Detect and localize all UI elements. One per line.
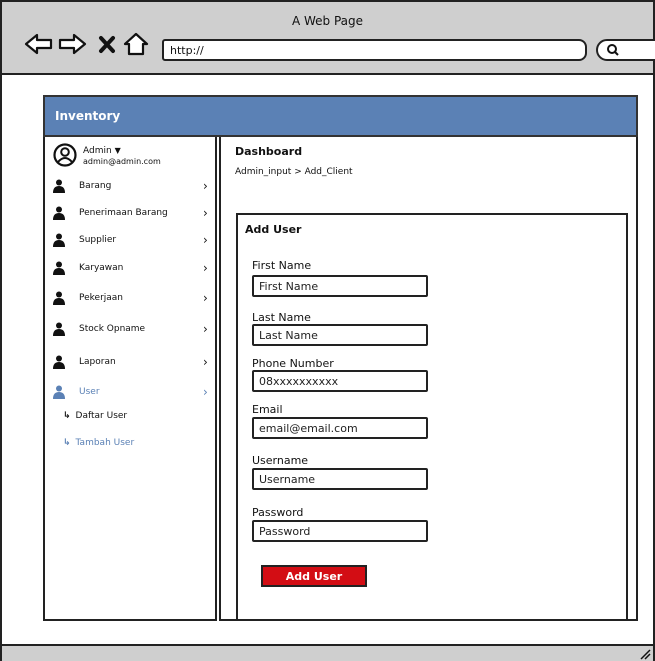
- chevron-right-icon: ›: [203, 233, 208, 247]
- status-bar: [2, 644, 653, 661]
- username-field[interactable]: [252, 468, 428, 490]
- sidebar-subitem-label: Tambah User: [75, 438, 135, 448]
- person-icon: [53, 206, 65, 220]
- home-icon[interactable]: [122, 32, 150, 56]
- close-icon[interactable]: [97, 32, 117, 56]
- phone-number-field[interactable]: [252, 370, 428, 392]
- person-icon: [53, 322, 65, 336]
- sidebar-item-label: Pekerjaan: [79, 293, 124, 303]
- chevron-right-icon: ›: [203, 385, 208, 399]
- add-user-card: Add User First Name Last Name Phone Numb…: [236, 213, 628, 621]
- profile-email: admin@admin.com: [83, 157, 161, 166]
- sidebar-item-label: User: [79, 387, 100, 397]
- window-title: A Web Page: [291, 14, 364, 28]
- user-avatar-icon: [53, 143, 77, 167]
- sidebar-subitem-tambah-user[interactable]: ↳ Tambah User: [63, 438, 134, 448]
- page-title: Dashboard: [235, 145, 303, 158]
- card-title: Add User: [245, 223, 302, 236]
- sidebar-subitem-daftar-user[interactable]: ↳ Daftar User: [63, 411, 127, 421]
- chevron-right-icon: ›: [203, 291, 208, 305]
- breadcrumb: Admin_input > Add_Client: [235, 167, 353, 177]
- app-header: Inventory: [43, 95, 638, 137]
- chevron-right-icon: ›: [203, 261, 208, 275]
- person-icon: [53, 385, 65, 399]
- search-icon: [607, 44, 619, 56]
- password-field[interactable]: [252, 520, 428, 542]
- chevron-right-icon: ›: [203, 322, 208, 336]
- return-arrow-icon: ↳: [63, 411, 71, 421]
- sidebar-item-karyawan[interactable]: Karyawan ›: [53, 261, 213, 283]
- person-icon: [53, 291, 65, 305]
- person-icon: [53, 179, 65, 193]
- chevron-right-icon: ›: [203, 179, 208, 193]
- phone-number-label: Phone Number: [252, 357, 334, 370]
- sidebar-item-penerimaan-barang[interactable]: Penerimaan Barang ›: [53, 206, 213, 228]
- sidebar-item-user[interactable]: User ›: [53, 385, 213, 407]
- return-arrow-icon: ↳: [63, 438, 71, 448]
- sidebar-item-label: Penerimaan Barang: [79, 208, 168, 218]
- resize-grip-icon[interactable]: [639, 648, 651, 660]
- profile-name[interactable]: Admin ▼: [83, 146, 121, 156]
- sidebar-item-stock-opname[interactable]: Stock Opname ›: [53, 322, 213, 344]
- profile-name-label: Admin: [83, 146, 112, 156]
- person-icon: [53, 261, 65, 275]
- first-name-field[interactable]: [252, 275, 428, 297]
- username-label: Username: [252, 454, 309, 467]
- sidebar: Admin ▼ admin@admin.com Barang › Penerim…: [43, 137, 217, 621]
- email-field[interactable]: [252, 417, 428, 439]
- sidebar-subitem-label: Daftar User: [75, 411, 128, 421]
- sidebar-item-barang[interactable]: Barang ›: [53, 179, 213, 201]
- first-name-label: First Name: [252, 259, 312, 272]
- browser-search-input[interactable]: [596, 39, 655, 61]
- browser-chrome: A Web Page http://: [2, 2, 655, 75]
- main-content: Dashboard Admin_input > Add_Client Add U…: [219, 137, 638, 621]
- sidebar-item-label: Barang: [79, 181, 112, 191]
- sidebar-item-label: Stock Opname: [79, 324, 146, 334]
- person-icon: [53, 233, 65, 247]
- url-input[interactable]: http://: [162, 39, 587, 61]
- last-name-label: Last Name: [252, 311, 311, 324]
- caret-down-icon: ▼: [114, 146, 121, 155]
- sidebar-item-laporan[interactable]: Laporan ›: [53, 355, 213, 377]
- sidebar-item-label: Supplier: [79, 235, 117, 245]
- chevron-right-icon: ›: [203, 355, 208, 369]
- sidebar-item-supplier[interactable]: Supplier ›: [53, 233, 213, 255]
- back-arrow-icon[interactable]: [24, 32, 54, 56]
- app-title: Inventory: [55, 109, 121, 123]
- password-label: Password: [252, 506, 304, 519]
- sidebar-item-label: Laporan: [79, 357, 116, 367]
- sidebar-item-pekerjaan[interactable]: Pekerjaan ›: [53, 291, 213, 313]
- forward-arrow-icon[interactable]: [57, 32, 87, 56]
- email-label: Email: [252, 403, 283, 416]
- chevron-right-icon: ›: [203, 206, 208, 220]
- sidebar-item-label: Karyawan: [79, 263, 124, 273]
- last-name-field[interactable]: [252, 324, 428, 346]
- add-user-button[interactable]: Add User: [261, 565, 367, 587]
- person-icon: [53, 355, 65, 369]
